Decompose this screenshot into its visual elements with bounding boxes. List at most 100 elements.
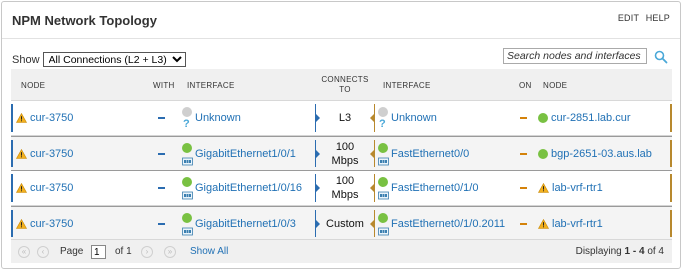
next-page-icon[interactable]: › [141,246,153,258]
connects-to-cell: 100 Mbps [315,171,375,205]
page-number-input[interactable] [91,245,106,259]
connection-filter-select[interactable]: All Connections (L2 + L3) [42,52,186,67]
last-page-icon[interactable]: » [164,246,176,258]
remote-accent [670,210,672,237]
column-header-interface[interactable]: INTERFACE [187,69,235,101]
connection-speed-value: 100 [335,175,355,187]
header-divider [2,38,680,39]
local-connector-dash [158,187,165,189]
local-accent [11,174,13,202]
on-connector [520,101,527,135]
green-status-icon [182,177,192,187]
help-link[interactable]: HELP [646,13,670,23]
remote-node-cell: lab-vrf-rtr1 [538,171,603,205]
remote-connector-dash [520,222,527,225]
search-icon[interactable] [654,50,668,64]
topology-grid: NODE WITH INTERFACE CONNECTS TO INTERFAC… [11,69,672,241]
interface-status-icons [181,143,193,167]
remote-connector-dash [520,187,527,189]
interface-cell: GigabitEthernet1/0/1 [181,137,315,170]
displaying-range: 1 - 4 [624,246,645,257]
displaying-label: Displaying [575,246,622,257]
remote-node-link[interactable]: cur-2851.lab.cur [551,112,631,124]
ethernet-port-icon [378,191,389,200]
interface-link[interactable]: GigabitEthernet1/0/16 [195,182,302,194]
with-connector [158,137,165,170]
interface-cell: ? Unknown [181,101,301,135]
remote-interface-link[interactable]: FastEthernet0/1/0.2011 [391,218,505,230]
on-connector [520,137,527,170]
connection-label: L3 [315,101,375,135]
previous-page-icon[interactable]: ‹ [37,246,49,258]
local-accent [11,104,13,132]
interface-status-icons [377,143,389,167]
unknown-status-icon [378,107,388,117]
interface-link[interactable]: Unknown [195,112,241,124]
remote-node-cell: bgp-2651-03.aus.lab [538,137,652,170]
node-link[interactable]: cur-3750 [30,148,73,160]
column-header-connects-to[interactable]: CONNECTS TO [315,69,375,101]
connection-label: 100 Mbps [315,137,375,170]
node-link[interactable]: cur-3750 [30,112,73,124]
node-cell: cur-3750 [16,137,73,170]
connection-speed-unit: Mbps [331,154,359,167]
unknown-status-icon [182,107,192,117]
edit-link[interactable]: EDIT [618,13,639,23]
green-status-icon [538,148,548,159]
column-header-node[interactable]: NODE [21,69,45,101]
interface-link[interactable]: GigabitEthernet1/0/3 [195,218,296,230]
remote-node-cell: cur-2851.lab.cur [538,101,631,135]
ethernet-port-icon [182,191,193,200]
ethernet-port-icon [378,157,389,166]
page-label: Page [60,246,84,257]
warning-icon [16,183,27,193]
column-header-remote-interface[interactable]: INTERFACE [383,69,431,101]
remote-interface-cell: ? Unknown [377,101,507,135]
show-all-link[interactable]: Show All [190,246,228,257]
remote-node-link[interactable]: lab-vrf-rtr1 [552,182,603,194]
local-accent [11,210,13,237]
remote-interface-link[interactable]: FastEthernet0/0 [391,148,469,160]
interface-status-icons [181,213,193,237]
node-cell: cur-3750 [16,171,73,205]
interface-status-icons [181,177,193,201]
table-row: cur-3750 GigabitEthernet1/0/16 100 Mbps [11,171,672,206]
node-link[interactable]: cur-3750 [30,182,73,194]
remote-interface-cell: FastEthernet0/1/0.2011 [377,207,519,240]
green-status-icon [182,143,192,153]
show-label: Show [12,53,40,66]
column-header-on[interactable]: ON [519,69,532,101]
interface-cell: GigabitEthernet1/0/16 [181,171,315,205]
connects-to-cell: L3 [315,101,375,135]
interface-link[interactable]: GigabitEthernet1/0/1 [195,148,296,160]
remote-node-link[interactable]: lab-vrf-rtr1 [552,218,603,230]
table-row: cur-3750 ? Unknown L3 ? Unknown cur-2851… [11,101,672,136]
column-header-with[interactable]: WITH [153,69,175,101]
search-input[interactable] [503,48,647,64]
column-header-remote-node[interactable]: NODE [543,69,567,101]
connection-type: L3 [338,112,352,124]
interface-status-icons [377,213,389,237]
node-link[interactable]: cur-3750 [30,218,73,230]
interface-status-icons: ? [181,107,193,131]
remote-node-link[interactable]: bgp-2651-03.aus.lab [551,148,652,160]
remote-interface-link[interactable]: Unknown [391,112,437,124]
remote-accent [670,174,672,202]
displaying-summary: Displaying 1 - 4 of 4 [576,246,664,257]
table-row: cur-3750 GigabitEthernet1/0/1 100 Mbps F… [11,136,672,171]
remote-interface-cell: FastEthernet0/1/0 [377,171,517,205]
on-connector [520,207,527,240]
interface-cell: GigabitEthernet1/0/3 [181,207,315,240]
first-page-icon[interactable]: « [18,246,30,258]
connection-label: Custom [315,207,375,240]
connection-speed-unit: Mbps [331,189,359,201]
connection-label: 100 Mbps [315,171,375,205]
remote-interface-link[interactable]: FastEthernet0/1/0 [391,182,478,194]
remote-node-cell: lab-vrf-rtr1 [538,207,603,240]
node-cell: cur-3750 [16,207,73,240]
local-connector-dash [158,222,165,225]
pagination-bar: « ‹ Page of 1 › » Show All Displaying 1 … [11,239,672,263]
local-connector-dash [158,152,165,155]
green-status-icon [378,177,388,187]
connection-speed-value: 100 [335,140,355,153]
